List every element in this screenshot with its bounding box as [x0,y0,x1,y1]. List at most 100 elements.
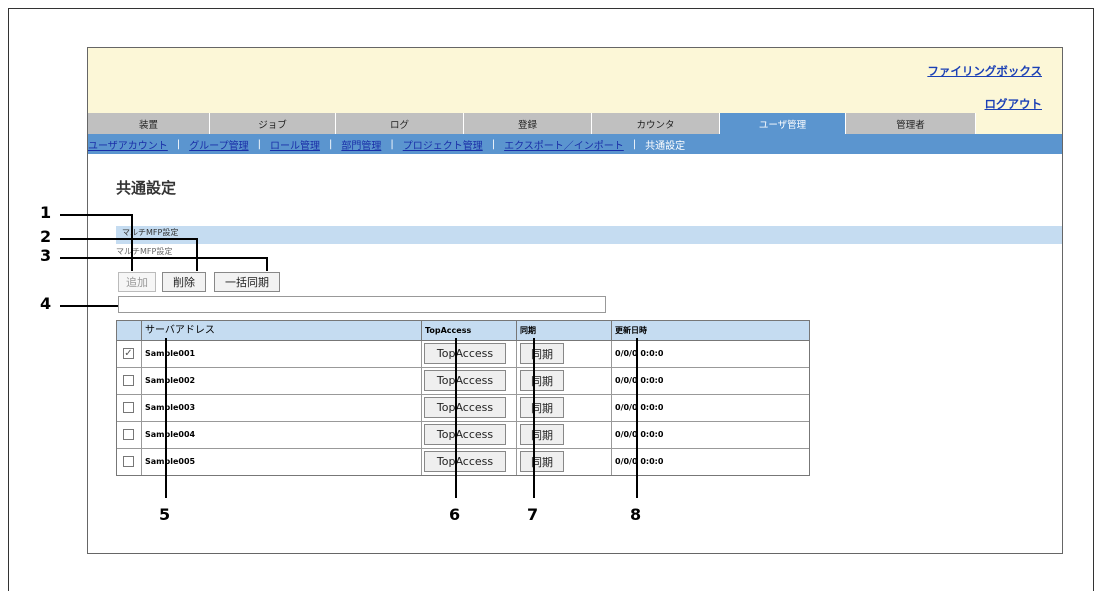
updated-cell: 0/0/0 0:0:0 [611,422,809,448]
updated-cell: 0/0/0 0:0:0 [611,368,809,394]
server-address: Sample001 [145,349,196,358]
sync-cell: 同期 [516,341,611,367]
header-updated: 更新日時 [611,321,809,340]
topaccess-button[interactable]: TopAccess [424,343,506,364]
header-bar: ファイリングボックス ログアウト [88,48,1062,114]
callout-line-1-drop [131,214,133,271]
updated-datetime: 0/0/0 0:0:0 [615,349,664,358]
subnav-project-management[interactable]: プロジェクト管理 [403,137,483,152]
callout-number-6: 6 [449,505,461,524]
sync-cell: 同期 [516,422,611,448]
filing-box-link[interactable]: ファイリングボックス [927,63,1042,79]
logout-link[interactable]: ログアウト [985,96,1043,112]
callout-number-3: 3 [40,246,52,265]
tab-device[interactable]: 装置 [88,113,210,134]
sync-cell: 同期 [516,395,611,421]
callout-line-2-drop [196,238,198,271]
server-address-input[interactable] [118,296,606,313]
subnav-department-management[interactable]: 部門管理 [341,137,381,152]
callout-line-4 [60,305,118,307]
callout-line-6 [455,338,457,498]
subnav-role-management[interactable]: ロール管理 [270,137,320,152]
subnav-separator: | [257,138,261,150]
main-tabs: 装置 ジョブ ログ 登録 カウンタ ユーザ管理 管理者 [88,113,1062,134]
row-checkbox[interactable] [123,402,134,413]
subnav-user-account[interactable]: ユーザアカウント [88,137,168,152]
sync-button[interactable]: 同期 [520,397,564,418]
sub-navigation: ユーザアカウント | グループ管理 | ロール管理 | 部門管理 | プロジェク… [88,134,1062,154]
callout-line-1 [60,214,132,216]
subnav-common-settings: 共通設定 [645,140,686,152]
subnav-group-management[interactable]: グループ管理 [189,137,248,152]
sync-cell: 同期 [516,368,611,394]
sync-button[interactable]: 同期 [520,451,564,472]
callout-line-7 [533,338,535,498]
row-checkbox[interactable] [123,456,134,467]
topaccess-button[interactable]: TopAccess [424,451,506,472]
sync-button[interactable]: 同期 [520,343,564,364]
server-address: Sample004 [145,430,196,439]
server-cell: Sample005 [141,449,421,475]
topaccess-cell: TopAccess [421,449,516,475]
updated-datetime: 0/0/0 0:0:0 [615,430,664,439]
tab-administrator[interactable]: 管理者 [846,113,976,134]
updated-datetime: 0/0/0 0:0:0 [615,376,664,385]
delete-button[interactable]: 削除 [162,272,206,292]
callout-number-7: 7 [527,505,539,524]
callout-number-2: 2 [40,227,52,246]
subnav-separator: | [176,138,181,150]
tab-job[interactable]: ジョブ [210,113,336,134]
tab-user-management[interactable]: ユーザ管理 [720,113,846,134]
topaccess-button[interactable]: TopAccess [424,397,506,418]
server-address: Sample002 [145,376,196,385]
server-address: Sample003 [145,403,196,412]
callout-line-8 [636,338,638,498]
callout-number-8: 8 [630,505,642,524]
bulk-sync-button[interactable]: 一括同期 [214,272,280,292]
server-table: サーバアドレス TopAccess 同期 更新日時 ✓ Sample001 To… [116,320,810,476]
row-checkbox[interactable] [123,429,134,440]
subnav-separator: | [632,138,637,150]
subnav-separator: | [390,138,394,150]
row-checkbox[interactable]: ✓ [123,348,134,359]
callout-number-5: 5 [159,505,171,524]
tab-log[interactable]: ログ [336,113,464,134]
updated-datetime: 0/0/0 0:0:0 [615,457,664,466]
topaccess-cell: TopAccess [421,422,516,448]
table-row: Sample004 TopAccess 同期 0/0/0 0:0:0 [117,422,809,449]
callout-line-3 [60,257,268,259]
table-header: サーバアドレス TopAccess 同期 更新日時 [117,321,809,341]
header-server-address: サーバアドレス [141,321,421,340]
sync-cell: 同期 [516,449,611,475]
updated-cell: 0/0/0 0:0:0 [611,395,809,421]
subnav-separator: | [328,138,333,150]
callout-line-2 [60,238,198,240]
table-row: ✓ Sample001 TopAccess 同期 0/0/0 0:0:0 [117,341,809,368]
topaccess-button[interactable]: TopAccess [424,370,506,391]
topaccess-cell: TopAccess [421,395,516,421]
section-header: マルチMFP設定 [116,226,1062,244]
row-checkbox[interactable] [123,375,134,386]
callout-line-3-drop [266,257,268,271]
tab-registration[interactable]: 登録 [464,113,592,134]
updated-cell: 0/0/0 0:0:0 [611,449,809,475]
table-row: Sample003 TopAccess 同期 0/0/0 0:0:0 [117,395,809,422]
section-subtitle: マルチMFP設定 [116,247,173,256]
topaccess-button[interactable]: TopAccess [424,424,506,445]
server-cell: Sample003 [141,395,421,421]
callout-number-1: 1 [40,203,52,222]
header-select-column [117,321,141,340]
subnav-export-import[interactable]: エクスポート／インポート [504,137,624,152]
callout-number-4: 4 [40,294,52,313]
header-topaccess: TopAccess [421,321,516,340]
subnav-separator: | [491,138,496,150]
server-cell: Sample002 [141,368,421,394]
add-button[interactable]: 追加 [118,272,156,292]
tab-counter[interactable]: カウンタ [592,113,720,134]
topaccess-screen: ファイリングボックス ログアウト 装置 ジョブ ログ 登録 カウンタ ユーザ管理… [87,47,1063,554]
server-cell: Sample001 [141,341,421,367]
callout-line-5 [165,338,167,498]
sync-button[interactable]: 同期 [520,424,564,445]
sync-button[interactable]: 同期 [520,370,564,391]
server-address: Sample005 [145,457,196,466]
